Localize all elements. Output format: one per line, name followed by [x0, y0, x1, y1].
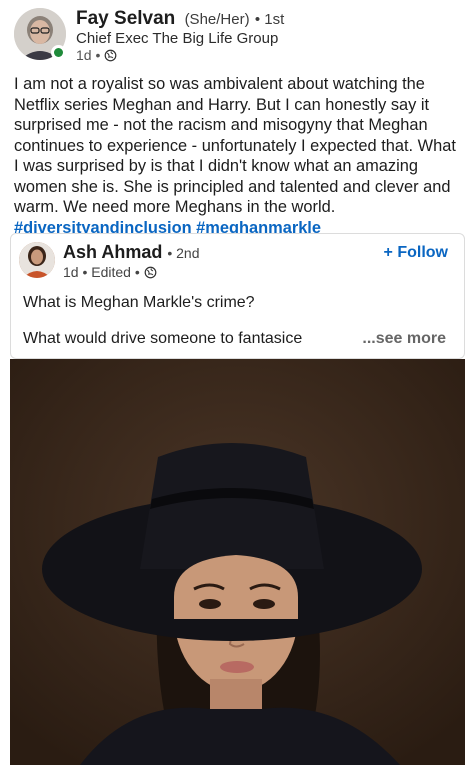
author-headline: Chief Exec The Big Life Group [76, 30, 279, 47]
post-body: I am not a royalist so was ambivalent ab… [14, 74, 464, 238]
shared-author-line: Ash Ahmad • 2nd [63, 242, 200, 263]
shared-post-card[interactable]: Ash Ahmad • 2nd 1d • Edited • + Follow W… [10, 233, 465, 359]
follow-button[interactable]: + Follow [384, 244, 448, 262]
woman-in-hat-image [10, 359, 465, 765]
globe-icon [104, 49, 117, 61]
author-pronouns: (She/Her) [184, 11, 250, 28]
shared-author-name[interactable]: Ash Ahmad [63, 242, 162, 262]
online-status-icon [51, 45, 66, 60]
post-text: I am not a royalist so was ambivalent ab… [14, 75, 456, 216]
author-name[interactable]: Fay Selvan [76, 8, 175, 29]
shared-post-time: 1d • Edited • [63, 264, 140, 280]
author-line: Fay Selvan (She/Her) • 1st [76, 8, 284, 30]
shared-post-text-line1: What is Meghan Markle's crime? [23, 294, 255, 311]
post-meta: 1d • [76, 47, 117, 63]
shared-connection-degree: • 2nd [167, 245, 200, 261]
shared-author-avatar[interactable] [19, 242, 55, 278]
see-more-link[interactable]: ...see more [362, 330, 446, 348]
post-header: Fay Selvan (She/Her) • 1st Chief Exec Th… [0, 0, 474, 70]
connection-degree: • 1st [254, 11, 285, 28]
shared-post-text-line2: What would drive someone to fantasice [23, 330, 303, 347]
post-image[interactable] [10, 359, 465, 765]
shared-post-meta: 1d • Edited • [63, 264, 157, 280]
post-time: 1d • [76, 47, 101, 63]
globe-icon [144, 266, 157, 278]
